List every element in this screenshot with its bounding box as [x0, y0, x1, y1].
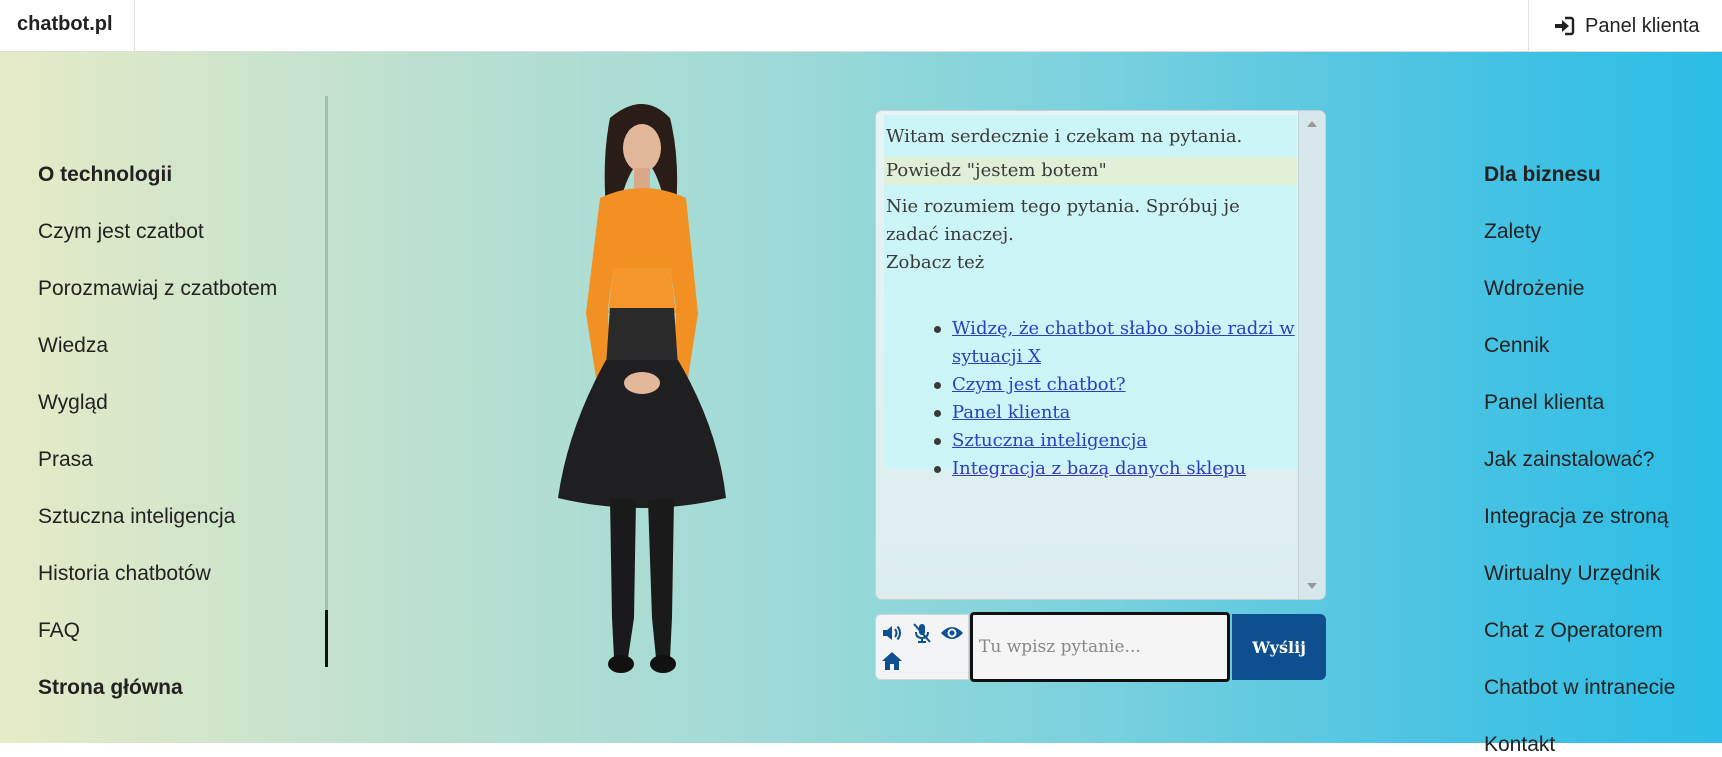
chat-controls: [875, 614, 969, 680]
mic-muted-icon[interactable]: [910, 621, 934, 645]
left-nav-item[interactable]: Wiedza: [38, 334, 108, 358]
panel-klienta-link[interactable]: Panel klienta: [1528, 0, 1722, 52]
see-also-item: Czym jest chatbot?: [934, 371, 1297, 399]
scroll-up-arrow-icon[interactable]: [1307, 121, 1317, 127]
right-nav-item[interactable]: Kontakt: [1484, 733, 1555, 757]
chat-history-panel[interactable]: Witam serdecznie i czekam na pytania. Po…: [875, 110, 1326, 600]
see-also-link[interactable]: Sztuczna inteligencja: [952, 430, 1147, 451]
left-nav-item[interactable]: Historia chatbotów: [38, 562, 211, 586]
left-nav-heading[interactable]: O technologii: [38, 163, 172, 187]
user-message: Powiedz "jestem botem": [884, 157, 1297, 185]
right-nav-item[interactable]: Wdrożenie: [1484, 277, 1584, 301]
see-also-item: Integracja z bazą danych sklepu: [934, 455, 1297, 483]
see-also-item: Sztuczna inteligencja: [934, 427, 1297, 455]
see-also-label: Zobacz też: [886, 252, 985, 273]
left-nav-item[interactable]: Czym jest czatbot: [38, 220, 204, 244]
left-nav-item[interactable]: Sztuczna inteligencja: [38, 505, 235, 529]
left-nav-divider: [325, 96, 328, 667]
left-nav-active-marker: [325, 610, 328, 667]
left-nav-active-item[interactable]: Strona główna: [38, 676, 183, 700]
sign-in-icon: [1555, 16, 1575, 36]
bot-reply-line: Nie rozumiem tego pytania. Spróbuj je: [886, 196, 1240, 217]
right-nav-item[interactable]: Wirtualny Urzędnik: [1484, 562, 1660, 586]
right-nav-heading[interactable]: Dla biznesu: [1484, 163, 1601, 187]
scroll-down-arrow-icon[interactable]: [1307, 583, 1317, 589]
right-nav-item[interactable]: Integracja ze stroną: [1484, 505, 1668, 529]
see-also-link[interactable]: Panel klienta: [952, 402, 1070, 423]
bot-reply-line: zadać inaczej.: [886, 224, 1014, 245]
left-nav-item[interactable]: Porozmawiaj z czatbotem: [38, 277, 277, 301]
right-nav-item[interactable]: Panel klienta: [1484, 391, 1604, 415]
send-button[interactable]: Wyślij: [1232, 614, 1326, 680]
avatar-woman-figure: [558, 104, 726, 673]
panel-klienta-label: Panel klienta: [1585, 15, 1700, 37]
hero-section: O technologii Czym jest czatbot Porozmaw…: [0, 52, 1722, 756]
left-nav-item[interactable]: FAQ: [38, 619, 80, 643]
bot-greeting-message: Witam serdecznie i czekam na pytania.: [886, 126, 1243, 147]
left-nav-item[interactable]: Prasa: [38, 448, 93, 472]
see-also-link[interactable]: Integracja z bazą danych sklepu: [952, 458, 1246, 479]
see-also-links: Widzę, że chatbot słabo sobie radzi w sy…: [934, 315, 1297, 483]
chat-scrollbar[interactable]: [1298, 111, 1325, 599]
right-nav-item[interactable]: Jak zainstalować?: [1484, 448, 1654, 472]
see-also-item: Panel klienta: [934, 399, 1297, 427]
eye-icon[interactable]: [940, 621, 964, 645]
top-bar: chatbot.pl Panel klienta: [0, 0, 1722, 52]
right-nav-item[interactable]: Zalety: [1484, 220, 1541, 244]
see-also-item: Widzę, że chatbot słabo sobie radzi w sy…: [934, 315, 1297, 371]
brand-logo-link[interactable]: chatbot.pl: [0, 0, 135, 52]
question-input[interactable]: [970, 612, 1230, 682]
chat-messages: Witam serdecznie i czekam na pytania. Po…: [884, 115, 1297, 479]
right-nav-item[interactable]: Chat z Operatorem: [1484, 619, 1663, 643]
right-nav-item[interactable]: Chatbot w intranecie: [1484, 676, 1675, 700]
see-also-link[interactable]: Widzę, że chatbot słabo sobie radzi w sy…: [952, 318, 1295, 367]
home-icon[interactable]: [880, 649, 904, 673]
speaker-icon[interactable]: [880, 621, 904, 645]
left-nav-item[interactable]: Wygląd: [38, 391, 108, 415]
chatbot-avatar: [548, 98, 738, 683]
see-also-link[interactable]: Czym jest chatbot?: [952, 374, 1126, 395]
right-nav-item[interactable]: Cennik: [1484, 334, 1549, 358]
